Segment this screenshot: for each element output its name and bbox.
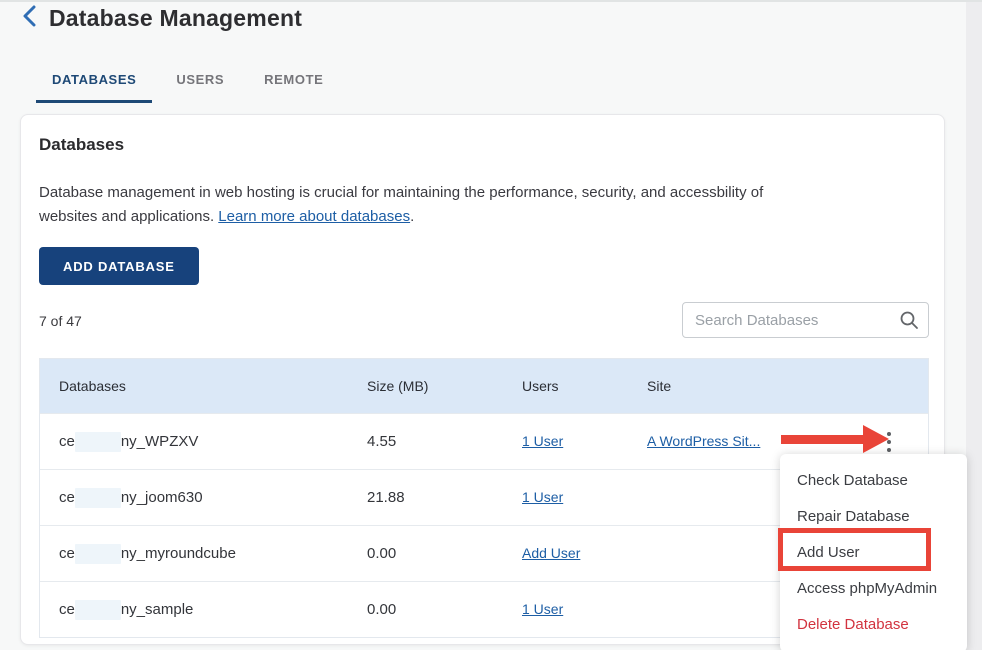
back-button[interactable] xyxy=(22,5,37,32)
column-header-databases: Databases xyxy=(40,378,367,394)
menu-item-repair-database[interactable]: Repair Database xyxy=(780,499,967,535)
database-size: 0.00 xyxy=(367,545,522,562)
menu-item-check-database[interactable]: Check Database xyxy=(780,463,967,499)
annotation-red-arrow xyxy=(781,425,889,454)
table-header-row: Databases Size (MB) Users Site xyxy=(40,359,928,413)
add-database-button[interactable]: ADD DATABASE xyxy=(39,247,199,285)
panel-heading: Databases xyxy=(39,135,124,155)
panel-description: Database management in web hosting is cr… xyxy=(39,181,805,229)
redaction-box xyxy=(75,600,121,620)
menu-item-access-phpmyadmin[interactable]: Access phpMyAdmin xyxy=(780,571,967,607)
tab-databases[interactable]: DATABASES xyxy=(36,70,152,103)
tab-remote[interactable]: REMOTE xyxy=(248,70,339,103)
database-size: 0.00 xyxy=(367,601,522,618)
search-input[interactable] xyxy=(682,302,929,338)
search-icon[interactable] xyxy=(899,310,919,335)
learn-more-link[interactable]: Learn more about databases xyxy=(218,208,410,225)
tab-users[interactable]: USERS xyxy=(160,70,240,103)
database-name: ceny_myroundcube xyxy=(40,544,367,564)
column-header-site: Site xyxy=(647,378,850,394)
row-context-menu: Check Database Repair Database Add User … xyxy=(780,454,967,650)
page-header: Database Management xyxy=(22,5,302,32)
tab-bar: DATABASES USERS REMOTE xyxy=(36,70,339,103)
database-name: ceny_WPZXV xyxy=(40,432,367,452)
scrollbar-track[interactable] xyxy=(966,2,982,650)
users-link[interactable]: 1 User xyxy=(522,433,563,449)
database-size: 21.88 xyxy=(367,489,522,506)
users-link[interactable]: 1 User xyxy=(522,489,563,505)
database-name: ceny_sample xyxy=(40,600,367,620)
redaction-box xyxy=(75,432,121,452)
database-size: 4.55 xyxy=(367,433,522,450)
menu-item-delete-database[interactable]: Delete Database xyxy=(780,607,967,643)
database-name: ceny_joom630 xyxy=(40,488,367,508)
result-count: 7 of 47 xyxy=(39,313,82,329)
site-link[interactable]: A WordPress Sit... xyxy=(647,433,760,449)
redaction-box xyxy=(75,544,121,564)
search-box xyxy=(682,302,929,338)
database-management-page: Database Management DATABASES USERS REMO… xyxy=(0,0,982,650)
redaction-box xyxy=(75,488,121,508)
column-header-size: Size (MB) xyxy=(367,378,522,394)
menu-item-add-user[interactable]: Add User xyxy=(780,535,967,571)
chevron-left-icon xyxy=(22,5,37,32)
add-user-link[interactable]: Add User xyxy=(522,545,580,561)
page-title: Database Management xyxy=(49,5,302,32)
description-period: . xyxy=(410,208,414,225)
users-link[interactable]: 1 User xyxy=(522,601,563,617)
column-header-users: Users xyxy=(522,378,647,394)
